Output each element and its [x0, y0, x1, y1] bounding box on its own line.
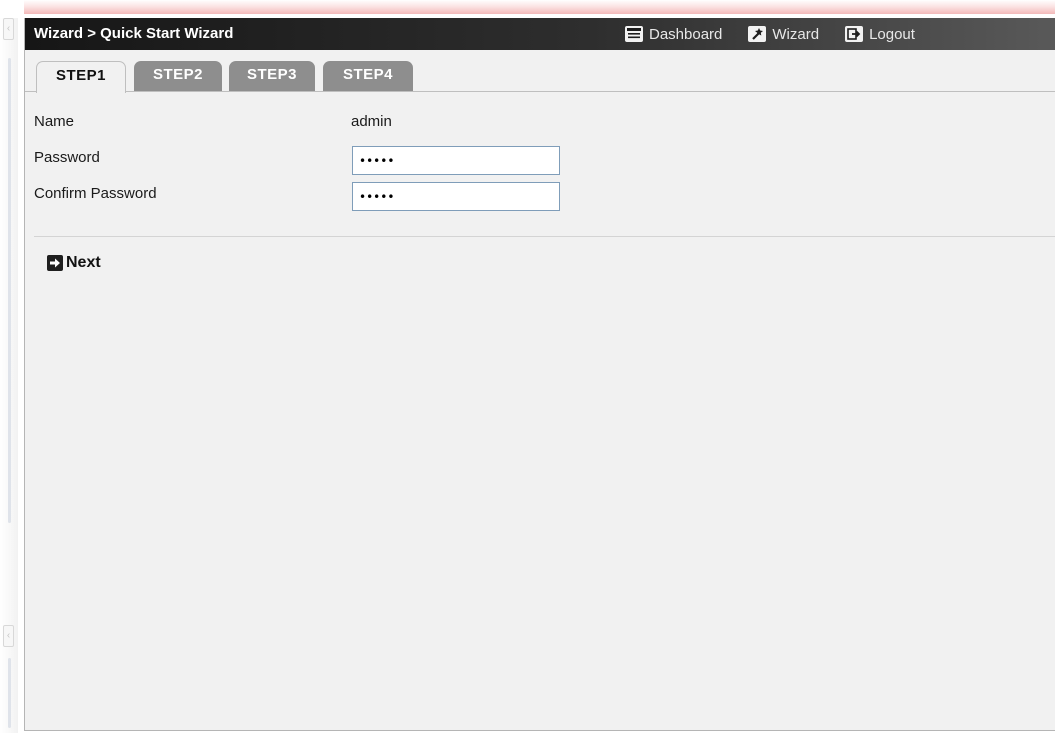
wizard-label: Wizard [772, 25, 820, 43]
tab-step2[interactable]: STEP2 [134, 61, 222, 91]
confirm-password-label: Confirm Password [34, 185, 157, 202]
next-label: Next [66, 254, 101, 271]
next-button[interactable]: Next [47, 254, 101, 272]
tab-step2-label: STEP2 [152, 66, 204, 83]
password-field[interactable] [352, 146, 560, 175]
confirm-password-field[interactable] [352, 182, 560, 211]
dashboard-icon [625, 26, 643, 42]
rail-track-lower [8, 658, 11, 728]
section-divider [34, 236, 1055, 237]
tab-step4[interactable]: STEP4 [323, 61, 413, 91]
password-label: Password [34, 149, 100, 166]
logout-icon [845, 26, 864, 42]
wizard-link[interactable]: Wizard [748, 26, 819, 43]
wizard-panel: Wizard > Quick Start Wizard Dashboard Wi… [24, 18, 1055, 731]
rail-down-handle[interactable]: ‹ [3, 625, 14, 647]
top-glow-border [24, 0, 1055, 14]
name-value: admin [351, 113, 392, 130]
tab-step4-label: STEP4 [342, 66, 394, 83]
step-tabs: STEP1 STEP2 STEP3 STEP4 [25, 50, 1055, 93]
tab-step1[interactable]: STEP1 [36, 61, 126, 93]
tab-step3[interactable]: STEP3 [229, 61, 315, 91]
left-scroll-rail: ‹ ‹ [0, 18, 18, 733]
logout-link[interactable]: Logout [845, 26, 915, 43]
tab-step3-label: STEP3 [246, 66, 298, 83]
name-label: Name [34, 113, 75, 130]
top-links: Dashboard Wizard Logout [625, 18, 941, 50]
title-bar: Wizard > Quick Start Wizard Dashboard Wi… [25, 18, 1055, 50]
breadcrumb: Wizard > Quick Start Wizard [34, 25, 234, 42]
dashboard-label: Dashboard [649, 25, 723, 43]
rail-up-handle[interactable]: ‹ [3, 18, 14, 40]
dashboard-link[interactable]: Dashboard [625, 26, 722, 43]
wand-icon [748, 26, 767, 42]
tab-step1-label: STEP1 [55, 67, 107, 84]
logout-label: Logout [869, 25, 915, 43]
rail-track [8, 58, 11, 523]
arrow-right-icon [47, 255, 63, 271]
